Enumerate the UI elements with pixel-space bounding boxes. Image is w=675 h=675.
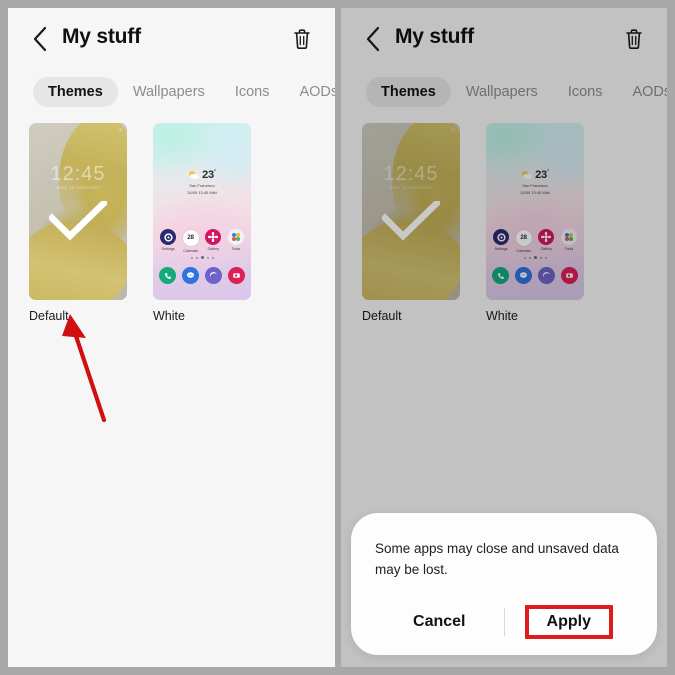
- selected-checkmark-icon: [382, 201, 440, 241]
- weather-city: San Francisco: [522, 183, 548, 188]
- app-bar-right: My stuff: [341, 8, 667, 70]
- homescreen-app-row: Settings 28 Calendar Gallery Tools: [158, 229, 246, 253]
- app-settings: Settings: [158, 229, 178, 253]
- app-label-settings: Settings: [161, 247, 175, 251]
- messages-icon: [515, 267, 532, 284]
- theme-label-white: White: [153, 309, 185, 323]
- app-label-calendar: Calendar: [516, 249, 531, 253]
- camera-icon: [561, 267, 578, 284]
- dialog-message: Some apps may close and unsaved data may…: [375, 541, 619, 578]
- lockscreen-battery: 78: [117, 127, 122, 132]
- lockscreen-date: Wed, 13 September: [389, 185, 433, 190]
- weather-sun-cloud-icon: [521, 170, 533, 180]
- app-calendar: 28 Calendar: [514, 229, 534, 253]
- theme-card-default[interactable]: 78 12:45 Wed, 13 September Default: [362, 123, 460, 323]
- app-calendar: 28 Calendar: [181, 229, 201, 253]
- tab-themes[interactable]: Themes: [366, 77, 451, 107]
- weather-temperature: 23°: [535, 169, 549, 181]
- app-gallery: Gallery: [536, 229, 556, 253]
- phone-icon: [492, 267, 509, 284]
- weather-widget: 23° San Francisco 24/09 13:45 Mild: [153, 169, 251, 195]
- trash-icon[interactable]: [289, 26, 315, 52]
- weather-description: 24/09 13:45 Mild: [187, 189, 217, 195]
- theme-card-default[interactable]: 78 12:45 Wed, 13 September Default: [29, 123, 127, 323]
- apply-button-wrapper[interactable]: Apply: [505, 599, 634, 645]
- lockscreen-clock: 12:45: [383, 163, 439, 185]
- app-label-gallery: Gallery: [540, 247, 552, 251]
- selected-checkmark-icon: [49, 201, 107, 241]
- page-title: My stuff: [395, 25, 474, 48]
- lockscreen-clock: 12:45: [50, 163, 106, 185]
- internet-icon: [538, 267, 555, 284]
- theme-thumbnail-white[interactable]: 23° San Francisco 24/09 13:45 Mild Setti…: [153, 123, 251, 300]
- calendar-day-number: 28: [187, 235, 194, 241]
- app-bar-left: My stuff: [8, 8, 335, 70]
- panel-left: My stuff Themes Wallpapers Icons AODs 78…: [8, 8, 335, 667]
- weather-description: 24/09 13:45 Mild: [520, 189, 550, 195]
- dialog-actions: Cancel Apply: [375, 599, 633, 645]
- tab-bar-right: Themes Wallpapers Icons AODs: [341, 70, 667, 114]
- app-tools: Tools: [226, 229, 246, 253]
- back-icon[interactable]: [358, 24, 388, 54]
- theme-label-default: Default: [362, 309, 402, 323]
- calendar-day-number: 28: [520, 235, 527, 241]
- trash-icon[interactable]: [621, 26, 647, 52]
- camera-icon: [228, 267, 245, 284]
- app-label-gallery: Gallery: [207, 247, 219, 251]
- tab-bar-left: Themes Wallpapers Icons AODs: [8, 70, 335, 114]
- page-title: My stuff: [62, 25, 141, 48]
- tab-aods[interactable]: AODs: [617, 77, 667, 107]
- tab-icons[interactable]: Icons: [220, 77, 285, 107]
- tab-icons[interactable]: Icons: [553, 77, 618, 107]
- homescreen-page-indicator: [486, 256, 584, 259]
- theme-card-white[interactable]: 23° San Francisco 24/09 13:45 Mild Setti…: [486, 123, 584, 323]
- weather-sun-cloud-icon: [188, 170, 200, 180]
- tab-themes[interactable]: Themes: [33, 77, 118, 107]
- theme-thumbnail-default[interactable]: 78 12:45 Wed, 13 September: [362, 123, 460, 300]
- confirmation-dialog: Some apps may close and unsaved data may…: [351, 513, 657, 655]
- theme-card-white[interactable]: 23° San Francisco 24/09 13:45 Mild Setti…: [153, 123, 251, 323]
- annotation-arrow: [62, 314, 107, 423]
- homescreen-dock: [492, 267, 578, 284]
- lockscreen-date: Wed, 13 September: [56, 185, 100, 190]
- app-label-calendar: Calendar: [183, 249, 198, 253]
- weather-temperature: 23°: [202, 169, 216, 181]
- weather-city: San Francisco: [189, 183, 215, 188]
- theme-grid-left: 78 12:45 Wed, 13 September Default 23° S…: [8, 114, 335, 323]
- back-icon[interactable]: [25, 24, 55, 54]
- theme-label-white: White: [486, 309, 518, 323]
- homescreen-page-indicator: [153, 256, 251, 259]
- app-label-settings: Settings: [494, 247, 508, 251]
- theme-thumbnail-default[interactable]: 78 12:45 Wed, 13 September: [29, 123, 127, 300]
- app-label-tools: Tools: [231, 247, 241, 251]
- internet-icon: [205, 267, 222, 284]
- panel-right: My stuff Themes Wallpapers Icons AODs: [341, 8, 667, 667]
- homescreen-app-row: Settings 28 Calendar Gallery Tools: [491, 229, 579, 253]
- theme-grid-right: 78 12:45 Wed, 13 September Default 23° S…: [341, 114, 667, 323]
- lockscreen-battery: 78: [450, 127, 455, 132]
- tab-wallpapers[interactable]: Wallpapers: [118, 77, 220, 107]
- apply-button[interactable]: Apply: [524, 605, 613, 639]
- screenshot-frame: My stuff Themes Wallpapers Icons AODs 78…: [0, 0, 675, 675]
- phone-icon: [159, 267, 176, 284]
- weather-widget: 23° San Francisco 24/09 13:45 Mild: [486, 169, 584, 195]
- app-gallery: Gallery: [203, 229, 223, 253]
- app-tools: Tools: [559, 229, 579, 253]
- app-settings: Settings: [491, 229, 511, 253]
- app-label-tools: Tools: [564, 247, 574, 251]
- tab-wallpapers[interactable]: Wallpapers: [451, 77, 553, 107]
- homescreen-dock: [159, 267, 245, 284]
- theme-thumbnail-white[interactable]: 23° San Francisco 24/09 13:45 Mild Setti…: [486, 123, 584, 300]
- cancel-button[interactable]: Cancel: [375, 599, 504, 645]
- messages-icon: [182, 267, 199, 284]
- tab-aods[interactable]: AODs: [284, 77, 335, 107]
